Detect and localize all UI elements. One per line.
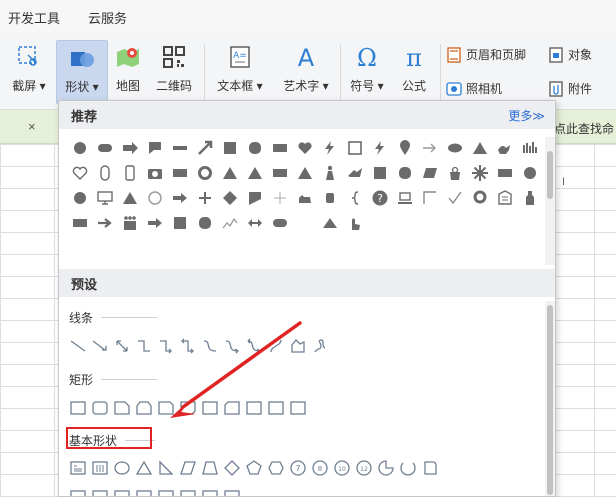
annotation-arrow <box>170 321 302 418</box>
